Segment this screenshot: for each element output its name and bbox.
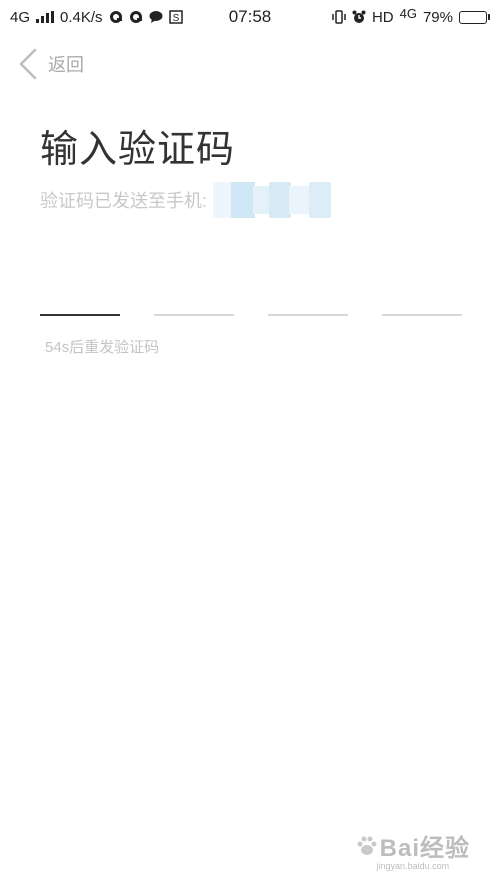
verification-code-inputs xyxy=(40,292,462,316)
network-type-right: 4G xyxy=(399,5,417,21)
battery-icon xyxy=(459,10,490,24)
signal-icon xyxy=(36,11,55,23)
s-app-icon: S xyxy=(168,10,183,24)
qq-icon xyxy=(109,11,122,23)
battery-percent: 79% xyxy=(422,8,453,26)
status-right: HD 4G 79% xyxy=(332,5,490,26)
page-title: 输入验证码 xyxy=(40,129,236,171)
hd-indicator: HD xyxy=(371,8,394,26)
qq-icon xyxy=(129,11,142,23)
network-type-left: 4G xyxy=(10,8,31,26)
svg-text:S: S xyxy=(172,13,179,24)
code-digit-1[interactable] xyxy=(40,292,120,316)
watermark-logo: Bai经验 jingyan.baidu.com xyxy=(356,828,470,871)
network-speed: 0.4K/s xyxy=(60,8,103,26)
paw-icon xyxy=(357,836,377,855)
phone-number-redacted xyxy=(213,182,332,218)
code-digit-3[interactable] xyxy=(268,292,348,316)
sent-notice-text: 验证码已发送至手机: xyxy=(40,191,208,211)
back-button[interactable]: 返回 xyxy=(18,48,84,80)
sent-notice: 验证码已发送至手机: xyxy=(40,182,332,218)
chat-bubble-icon xyxy=(149,11,163,23)
status-left: 4G 0.4K/s S xyxy=(10,9,183,26)
back-label: 返回 xyxy=(48,55,84,75)
vibrate-icon xyxy=(332,10,346,24)
code-digit-4[interactable] xyxy=(382,292,462,316)
watermark-text: Bai经验 xyxy=(379,835,470,862)
chevron-left-icon xyxy=(19,48,37,80)
code-digit-2[interactable] xyxy=(154,292,234,316)
status-bar: 4G 0.4K/s S 07:58 HD 4G 79% xyxy=(0,0,500,34)
alarm-icon xyxy=(352,10,366,23)
resend-countdown: 54s后重发验证码 xyxy=(45,339,160,356)
